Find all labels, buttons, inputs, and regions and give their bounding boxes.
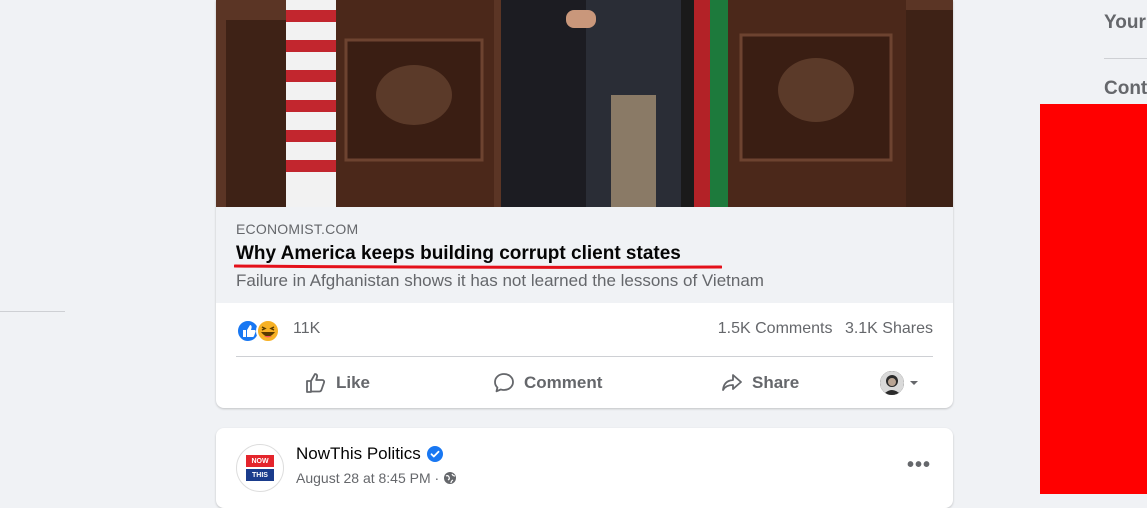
share-label: Share [752, 373, 800, 392]
right-sidebar-heading-contacts: Cont [1104, 78, 1147, 99]
post-actions-bar: Like Comment Share [216, 357, 953, 408]
comment-label: Comment [524, 373, 603, 392]
page-avatar[interactable]: NOW THIS [236, 444, 284, 492]
user-avatar [880, 371, 904, 395]
thumbs-up-icon [306, 373, 326, 393]
reactions-count[interactable]: 11K [293, 320, 320, 338]
link-domain: ECONOMIST.COM [236, 221, 359, 237]
avatar-logo-bottom: THIS [246, 469, 274, 481]
like-button[interactable]: Like [304, 370, 370, 396]
link-preview-image[interactable] [216, 0, 953, 207]
react-as-selector[interactable] [880, 370, 924, 396]
reaction-icons[interactable] [236, 319, 288, 343]
right-sidebar-divider [1104, 58, 1147, 59]
avatar-logo-top: NOW [246, 455, 274, 467]
shares-count[interactable]: 3.1K Shares [845, 320, 933, 337]
left-column-divider [0, 311, 65, 312]
like-label: Like [336, 373, 371, 392]
share-button[interactable]: Share [720, 370, 799, 396]
haha-reaction-icon [256, 319, 280, 343]
link-title[interactable]: Why America keeps building corrupt clien… [236, 243, 681, 265]
link-subtitle: Failure in Afghanistan shows it has not … [236, 271, 764, 290]
right-sidebar-heading: Your [1104, 12, 1146, 33]
feed-post-card: NOW THIS NowThis Politics August 28 at 8… [216, 428, 953, 508]
link-preview[interactable]: ECONOMIST.COM Why America keeps building… [216, 207, 953, 303]
share-arrow-icon [722, 374, 742, 391]
annotation-underline [234, 264, 722, 269]
page-name[interactable]: NowThis Politics [296, 444, 421, 464]
post-timestamp[interactable]: August 28 at 8:45 PM · [296, 470, 439, 486]
chevron-down-icon [910, 381, 918, 385]
feed-post-card: ECONOMIST.COM Why America keeps building… [216, 0, 953, 408]
post-stats: 11K 1.5K Comments 3.1K Shares [216, 303, 953, 357]
comments-count[interactable]: 1.5K Comments [718, 320, 833, 337]
redaction-overlay [1040, 104, 1147, 494]
like-reaction-icon [236, 319, 260, 343]
more-options-button[interactable]: ••• [907, 454, 931, 477]
globe-icon [444, 472, 457, 484]
comment-icon [494, 373, 514, 393]
post-meta: August 28 at 8:45 PM · [296, 470, 457, 486]
page-name-row: NowThis Politics [296, 444, 443, 464]
verified-badge-icon [426, 446, 443, 462]
engagement-counts: 1.5K Comments 3.1K Shares [710, 320, 933, 338]
comment-button[interactable]: Comment [492, 370, 602, 396]
